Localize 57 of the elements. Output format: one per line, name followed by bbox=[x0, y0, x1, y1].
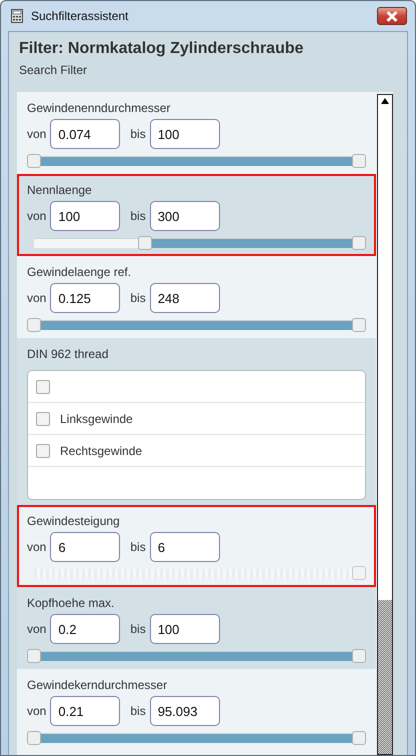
filter-label: Gewindesteigung bbox=[27, 513, 121, 529]
slider-handle[interactable] bbox=[352, 649, 366, 663]
to-label: bis bbox=[130, 291, 146, 305]
scroll-up-icon[interactable] bbox=[381, 98, 389, 104]
to-label: bis bbox=[130, 622, 146, 636]
from-field[interactable]: 0.2 bbox=[50, 614, 120, 644]
calculator-icon bbox=[11, 9, 23, 23]
close-icon bbox=[385, 10, 399, 22]
from-label: von bbox=[27, 209, 46, 223]
range-slider[interactable] bbox=[27, 730, 366, 746]
to-field[interactable]: 300 bbox=[150, 201, 220, 231]
filter-title: Filter: Normkatalog Zylinderschraube bbox=[19, 40, 305, 58]
slider-handle[interactable] bbox=[352, 154, 366, 168]
slider-handle[interactable] bbox=[352, 236, 366, 250]
filter-label: DIN 962 thread bbox=[27, 346, 110, 362]
close-button[interactable] bbox=[377, 7, 407, 25]
filter-subtitle: Search Filter bbox=[19, 63, 88, 77]
filter-label: Gewindenenndurchmesser bbox=[27, 100, 172, 116]
range-slider[interactable] bbox=[27, 317, 366, 333]
from-label: von bbox=[27, 291, 46, 305]
window-title: Suchfilterassistent bbox=[31, 9, 130, 23]
to-field[interactable]: 95.093 bbox=[150, 696, 220, 726]
scrollbar[interactable] bbox=[377, 94, 393, 755]
to-label: bis bbox=[130, 704, 146, 718]
to-field[interactable]: 100 bbox=[150, 119, 220, 149]
slider-handle[interactable] bbox=[27, 731, 41, 745]
slider-handle[interactable] bbox=[27, 649, 41, 663]
from-label: von bbox=[27, 704, 46, 718]
from-field[interactable]: 0.125 bbox=[50, 283, 120, 313]
from-label: von bbox=[27, 540, 46, 554]
checkbox[interactable] bbox=[36, 444, 50, 458]
filter-label: Kopfhoehe max. bbox=[27, 595, 116, 611]
from-field[interactable]: 0.074 bbox=[50, 119, 120, 149]
slider-handle[interactable] bbox=[138, 236, 152, 250]
from-field[interactable]: 100 bbox=[50, 201, 120, 231]
option-label: Rechtsgewinde bbox=[60, 444, 142, 458]
to-field[interactable]: 248 bbox=[150, 283, 220, 313]
option-label: Linksgewinde bbox=[60, 412, 133, 426]
from-label: von bbox=[27, 622, 46, 636]
filter-label: Gewindelaenge ref. bbox=[27, 264, 132, 280]
slider-handle[interactable] bbox=[352, 318, 366, 332]
range-slider[interactable] bbox=[27, 648, 366, 664]
to-field[interactable]: 100 bbox=[150, 614, 220, 644]
slider-handle[interactable] bbox=[27, 318, 41, 332]
to-label: bis bbox=[130, 209, 146, 223]
checkbox[interactable] bbox=[36, 380, 50, 394]
to-label: bis bbox=[130, 127, 146, 141]
from-field[interactable]: 0.21 bbox=[50, 696, 120, 726]
filter-label: Nennlaenge bbox=[27, 182, 93, 198]
slider-handle[interactable] bbox=[352, 731, 366, 745]
from-label: von bbox=[27, 127, 46, 141]
to-label: bis bbox=[130, 540, 146, 554]
filter-label: Gewindekerndurchmesser bbox=[27, 677, 168, 693]
range-slider[interactable] bbox=[27, 153, 366, 169]
checkbox[interactable] bbox=[36, 412, 50, 426]
slider-handle[interactable] bbox=[27, 154, 41, 168]
scrollbar-thumb[interactable] bbox=[378, 95, 392, 600]
